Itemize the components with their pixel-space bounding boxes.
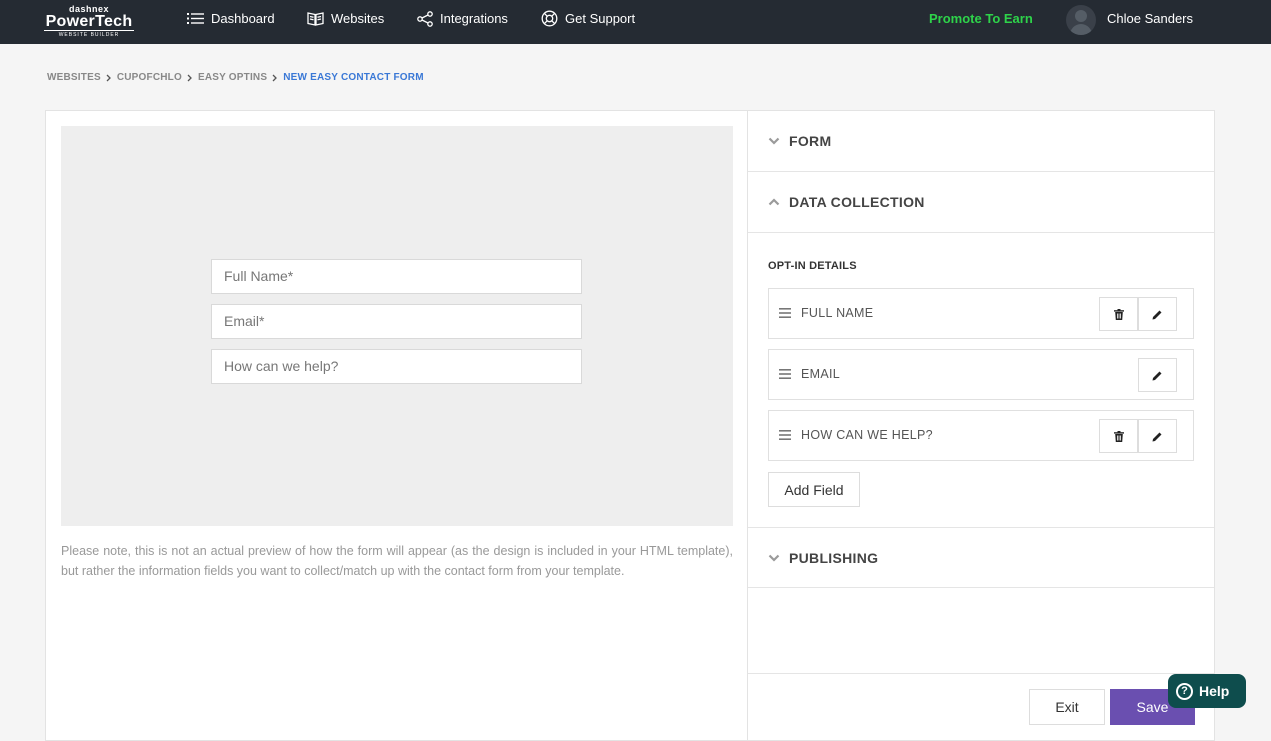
breadcrumb-websites[interactable]: WEBSITES <box>47 72 101 83</box>
form-preview-panel: Full Name* Email* How can we help? Pleas… <box>45 110 748 741</box>
chevron-down-icon <box>768 137 780 145</box>
list-icon <box>187 13 204 24</box>
logo-subtitle: WEBSITE BUILDER <box>44 30 134 38</box>
question-circle-icon: ? <box>1176 682 1193 700</box>
chevron-right-icon <box>106 74 111 82</box>
share-nodes-icon <box>417 10 433 27</box>
lifebuoy-icon <box>541 10 558 27</box>
section-data-collection-title: DATA COLLECTION <box>789 194 925 210</box>
pencil-icon <box>1152 310 1162 319</box>
top-navbar: dashnex PowerTech WEBSITE BUILDER Dashbo… <box>0 0 1271 44</box>
avatar-body <box>1070 24 1092 35</box>
nav-integrations[interactable]: Integrations <box>417 0 508 37</box>
pencil-icon <box>1152 371 1162 380</box>
avatar-head <box>1075 10 1087 22</box>
logo-name: PowerTech <box>45 13 133 30</box>
exit-button[interactable]: Exit <box>1029 689 1105 725</box>
breadcrumb-easy-optins[interactable]: EASY OPTINS <box>198 72 267 83</box>
trash-icon <box>1113 430 1124 442</box>
footer-divider <box>748 673 1214 674</box>
preview-help-input: How can we help? <box>211 349 582 384</box>
nav-dashboard-label: Dashboard <box>211 11 275 26</box>
help-button[interactable]: ? Help <box>1168 674 1246 708</box>
trash-icon <box>1113 308 1124 320</box>
edit-field-button[interactable] <box>1138 419 1177 453</box>
nav-integrations-label: Integrations <box>440 11 508 26</box>
chevron-right-icon <box>272 74 278 82</box>
delete-field-button[interactable] <box>1099 297 1138 331</box>
optin-field-label: FULL NAME <box>801 306 874 320</box>
optin-field-row[interactable]: FULL NAME <box>768 288 1194 339</box>
section-publishing-title: PUBLISHING <box>789 549 879 566</box>
preview-full-name-input: Full Name* <box>211 259 582 294</box>
preview-note: Please note, this is not an actual previ… <box>61 544 733 578</box>
chevron-down-icon <box>768 554 780 562</box>
nav-get-support[interactable]: Get Support <box>541 0 635 37</box>
promote-to-earn-link[interactable]: Promote To Earn <box>929 11 1033 26</box>
edit-field-button[interactable] <box>1138 297 1177 331</box>
edit-field-button[interactable] <box>1138 358 1177 392</box>
optin-field-row[interactable]: HOW CAN WE HELP? <box>768 410 1194 461</box>
book-icon <box>307 12 324 26</box>
drag-handle-icon[interactable] <box>779 369 791 379</box>
nav-get-support-label: Get Support <box>565 11 636 26</box>
settings-panel: FORM DATA COLLECTION OPT-IN DETAILS FULL… <box>747 110 1215 741</box>
user-name[interactable]: Chloe Sanders <box>1107 11 1193 26</box>
optin-field-label: HOW CAN WE HELP? <box>801 428 933 442</box>
section-form-title: FORM <box>789 133 832 149</box>
optin-details-title: OPT-IN DETAILS <box>768 260 857 272</box>
optin-field-label: EMAIL <box>801 367 841 381</box>
form-preview-area: Full Name* Email* How can we help? <box>61 126 733 526</box>
nav-websites[interactable]: Websites <box>307 0 384 37</box>
avatar[interactable] <box>1066 5 1096 35</box>
breadcrumb-current: NEW EASY CONTACT FORM <box>283 72 424 83</box>
nav-websites-label: Websites <box>331 11 385 26</box>
optin-field-row[interactable]: EMAIL <box>768 349 1194 400</box>
drag-handle-icon[interactable] <box>779 308 791 318</box>
drag-handle-icon[interactable] <box>779 430 791 440</box>
chevron-up-icon <box>768 198 780 206</box>
section-publishing-header[interactable]: PUBLISHING <box>748 527 1214 588</box>
preview-email-input: Email* <box>211 304 582 339</box>
powertech-logo[interactable]: dashnex PowerTech WEBSITE BUILDER <box>44 5 134 38</box>
breadcrumb: WEBSITES CUPOFCHLO EASY OPTINS NEW EASY … <box>47 72 424 83</box>
delete-field-button[interactable] <box>1099 419 1138 453</box>
section-form-header[interactable]: FORM <box>748 111 1214 172</box>
breadcrumb-site[interactable]: CUPOFCHLO <box>117 72 182 83</box>
chevron-right-icon <box>187 74 192 82</box>
help-label: Help <box>1199 683 1230 699</box>
section-data-collection-header[interactable]: DATA COLLECTION <box>748 172 1214 233</box>
pencil-icon <box>1152 432 1162 441</box>
add-field-button[interactable]: Add Field <box>768 472 860 507</box>
nav-dashboard[interactable]: Dashboard <box>187 0 275 37</box>
